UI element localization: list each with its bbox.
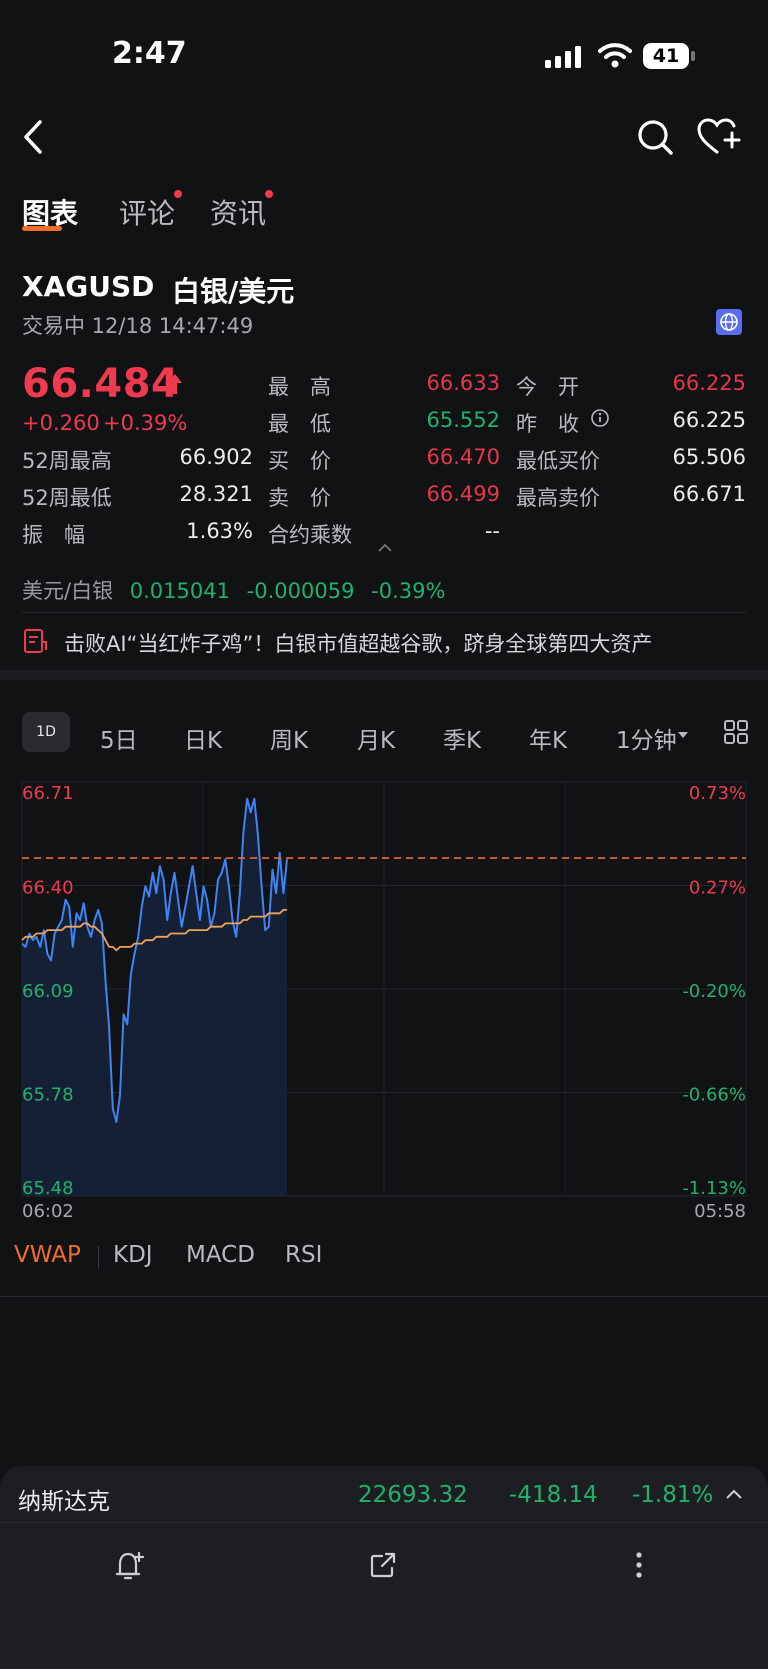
period-tab-minute[interactable]: 1分钟: [616, 721, 677, 755]
period-tab-week-k[interactable]: 周K: [270, 721, 308, 755]
info-icon[interactable]: [590, 408, 610, 428]
y-tick-label: 65.48: [22, 1178, 74, 1199]
symbol: XAGUSD: [22, 270, 155, 303]
stat-max-ask-value: 66.671: [672, 482, 746, 506]
stat-bid-value: 66.470: [426, 445, 500, 469]
intraday-chart[interactable]: 66.71 0.73% 66.40 0.27% 66.09 -0.20% 65.78 -0.6…: [0, 760, 768, 1220]
stat-high-label: 最 高: [268, 375, 331, 399]
wifi-icon: [598, 43, 632, 68]
stat-low-value: 65.552: [426, 408, 500, 432]
indicator-kdj[interactable]: KDJ: [113, 1242, 153, 1268]
stat-52w-low-label: 52周最低: [22, 486, 112, 510]
price-change-percent: +0.39%: [103, 411, 188, 435]
pct-tick-label: -0.20%: [682, 981, 746, 1002]
bottom-ticker-name[interactable]: 纳斯达克: [18, 1482, 110, 1516]
section-separator: [0, 670, 768, 680]
alert-bell-icon[interactable]: [112, 1548, 146, 1582]
bottom-ticker-value: 22693.32: [358, 1482, 468, 1508]
x-tick-label: 06:02: [22, 1201, 74, 1220]
stat-min-bid-label: 最低买价: [516, 449, 600, 473]
period-tab-month-k[interactable]: 月K: [357, 721, 395, 755]
trade-status: 交易中 12/18 14:47:49: [22, 314, 254, 338]
period-tab-5d[interactable]: 5日: [100, 721, 138, 755]
period-tab-day-k[interactable]: 日K: [184, 721, 222, 755]
stat-52w-high-value: 66.902: [179, 445, 253, 469]
pct-tick-label: -1.13%: [682, 1178, 746, 1199]
divider: [0, 1296, 768, 1297]
stat-open-value: 66.225: [672, 371, 746, 395]
stat-amplitude-value: 1.63%: [186, 519, 253, 543]
stat-ask-label: 卖 价: [268, 486, 331, 510]
tab-news[interactable]: 资讯: [210, 192, 266, 232]
tab-news-dot: [265, 190, 273, 198]
share-icon[interactable]: [366, 1548, 400, 1582]
x-tick-label: 05:58: [694, 1201, 746, 1220]
pct-tick-label: 0.27%: [689, 878, 746, 899]
news-icon: [24, 629, 47, 653]
stat-amplitude-label: 振 幅: [22, 523, 85, 547]
fx-label: 美元/白银: [22, 579, 114, 603]
period-tab-year-k[interactable]: 年K: [529, 721, 567, 755]
stat-prev-close-label: 昨 收: [516, 412, 579, 436]
divider: [0, 1522, 768, 1523]
bottom-ticker-change: -418.14: [509, 1482, 598, 1508]
stat-min-bid-value: 65.506: [672, 445, 746, 469]
expand-up-icon[interactable]: [725, 1488, 743, 1500]
last-price: 66.484: [22, 361, 180, 407]
globe-icon[interactable]: [716, 309, 742, 335]
dropdown-caret-icon[interactable]: [677, 731, 689, 739]
period-tab-quarter-k[interactable]: 季K: [443, 721, 481, 755]
grid-menu-icon[interactable]: [723, 719, 749, 745]
stat-prev-close-value: 66.225: [672, 408, 746, 432]
y-tick-label: 66.40: [22, 878, 74, 899]
symbol-name: 白银/美元: [172, 275, 295, 308]
divider: [22, 612, 746, 613]
tab-comments-dot: [174, 190, 182, 198]
tab-comments[interactable]: 评论: [119, 192, 175, 232]
battery-level: 41: [652, 45, 680, 67]
indicator-rsi[interactable]: RSI: [285, 1242, 322, 1268]
stat-high-value: 66.633: [426, 371, 500, 395]
stat-multiplier-value: --: [484, 519, 500, 543]
period-tab-1d[interactable]: 1D: [22, 712, 70, 752]
y-tick-label: 66.09: [22, 981, 74, 1002]
add-watchlist-icon[interactable]: [697, 118, 741, 156]
fx-change: -0.000059: [246, 579, 355, 603]
stat-52w-low-value: 28.321: [179, 482, 253, 506]
fx-row[interactable]: 美元/白银 0.015041 -0.000059 -0.39%: [22, 575, 445, 605]
stat-max-ask-label: 最高卖价: [516, 486, 600, 510]
more-options-icon[interactable]: [622, 1548, 656, 1582]
stat-ask-value: 66.499: [426, 482, 500, 506]
stat-low-label: 最 低: [268, 412, 331, 436]
search-icon[interactable]: [636, 118, 674, 156]
stat-open-label: 今 开: [516, 375, 579, 399]
indicator-vwap[interactable]: VWAP: [14, 1242, 81, 1268]
up-arrow-icon: [168, 374, 182, 394]
indicator-macd[interactable]: MACD: [186, 1242, 255, 1268]
fx-change-percent: -0.39%: [371, 579, 446, 603]
indicator-divider: [98, 1246, 99, 1268]
status-time: 2:47: [112, 36, 187, 71]
bottom-ticker-change-percent: -1.81%: [632, 1482, 714, 1508]
collapse-stats-icon[interactable]: [377, 543, 393, 553]
back-icon[interactable]: [20, 118, 48, 156]
tab-active-underline: [22, 226, 62, 231]
battery-icon: 41: [643, 43, 695, 69]
news-headline[interactable]: 击败AI“当红炸子鸡”！白银市值超越谷歌，跻身全球第四大资产: [64, 628, 652, 658]
stat-52w-high-label: 52周最高: [22, 449, 112, 473]
fx-value: 0.015041: [129, 579, 230, 603]
stat-multiplier-label: 合约乘数: [268, 523, 352, 547]
pct-tick-label: 0.73%: [689, 783, 746, 804]
y-tick-label: 66.71: [22, 783, 74, 804]
price-change: +0.260: [22, 411, 100, 435]
pct-tick-label: -0.66%: [682, 1085, 746, 1106]
cellular-signal-icon: [545, 46, 581, 68]
stat-bid-label: 买 价: [268, 449, 331, 473]
y-tick-label: 65.78: [22, 1085, 74, 1106]
